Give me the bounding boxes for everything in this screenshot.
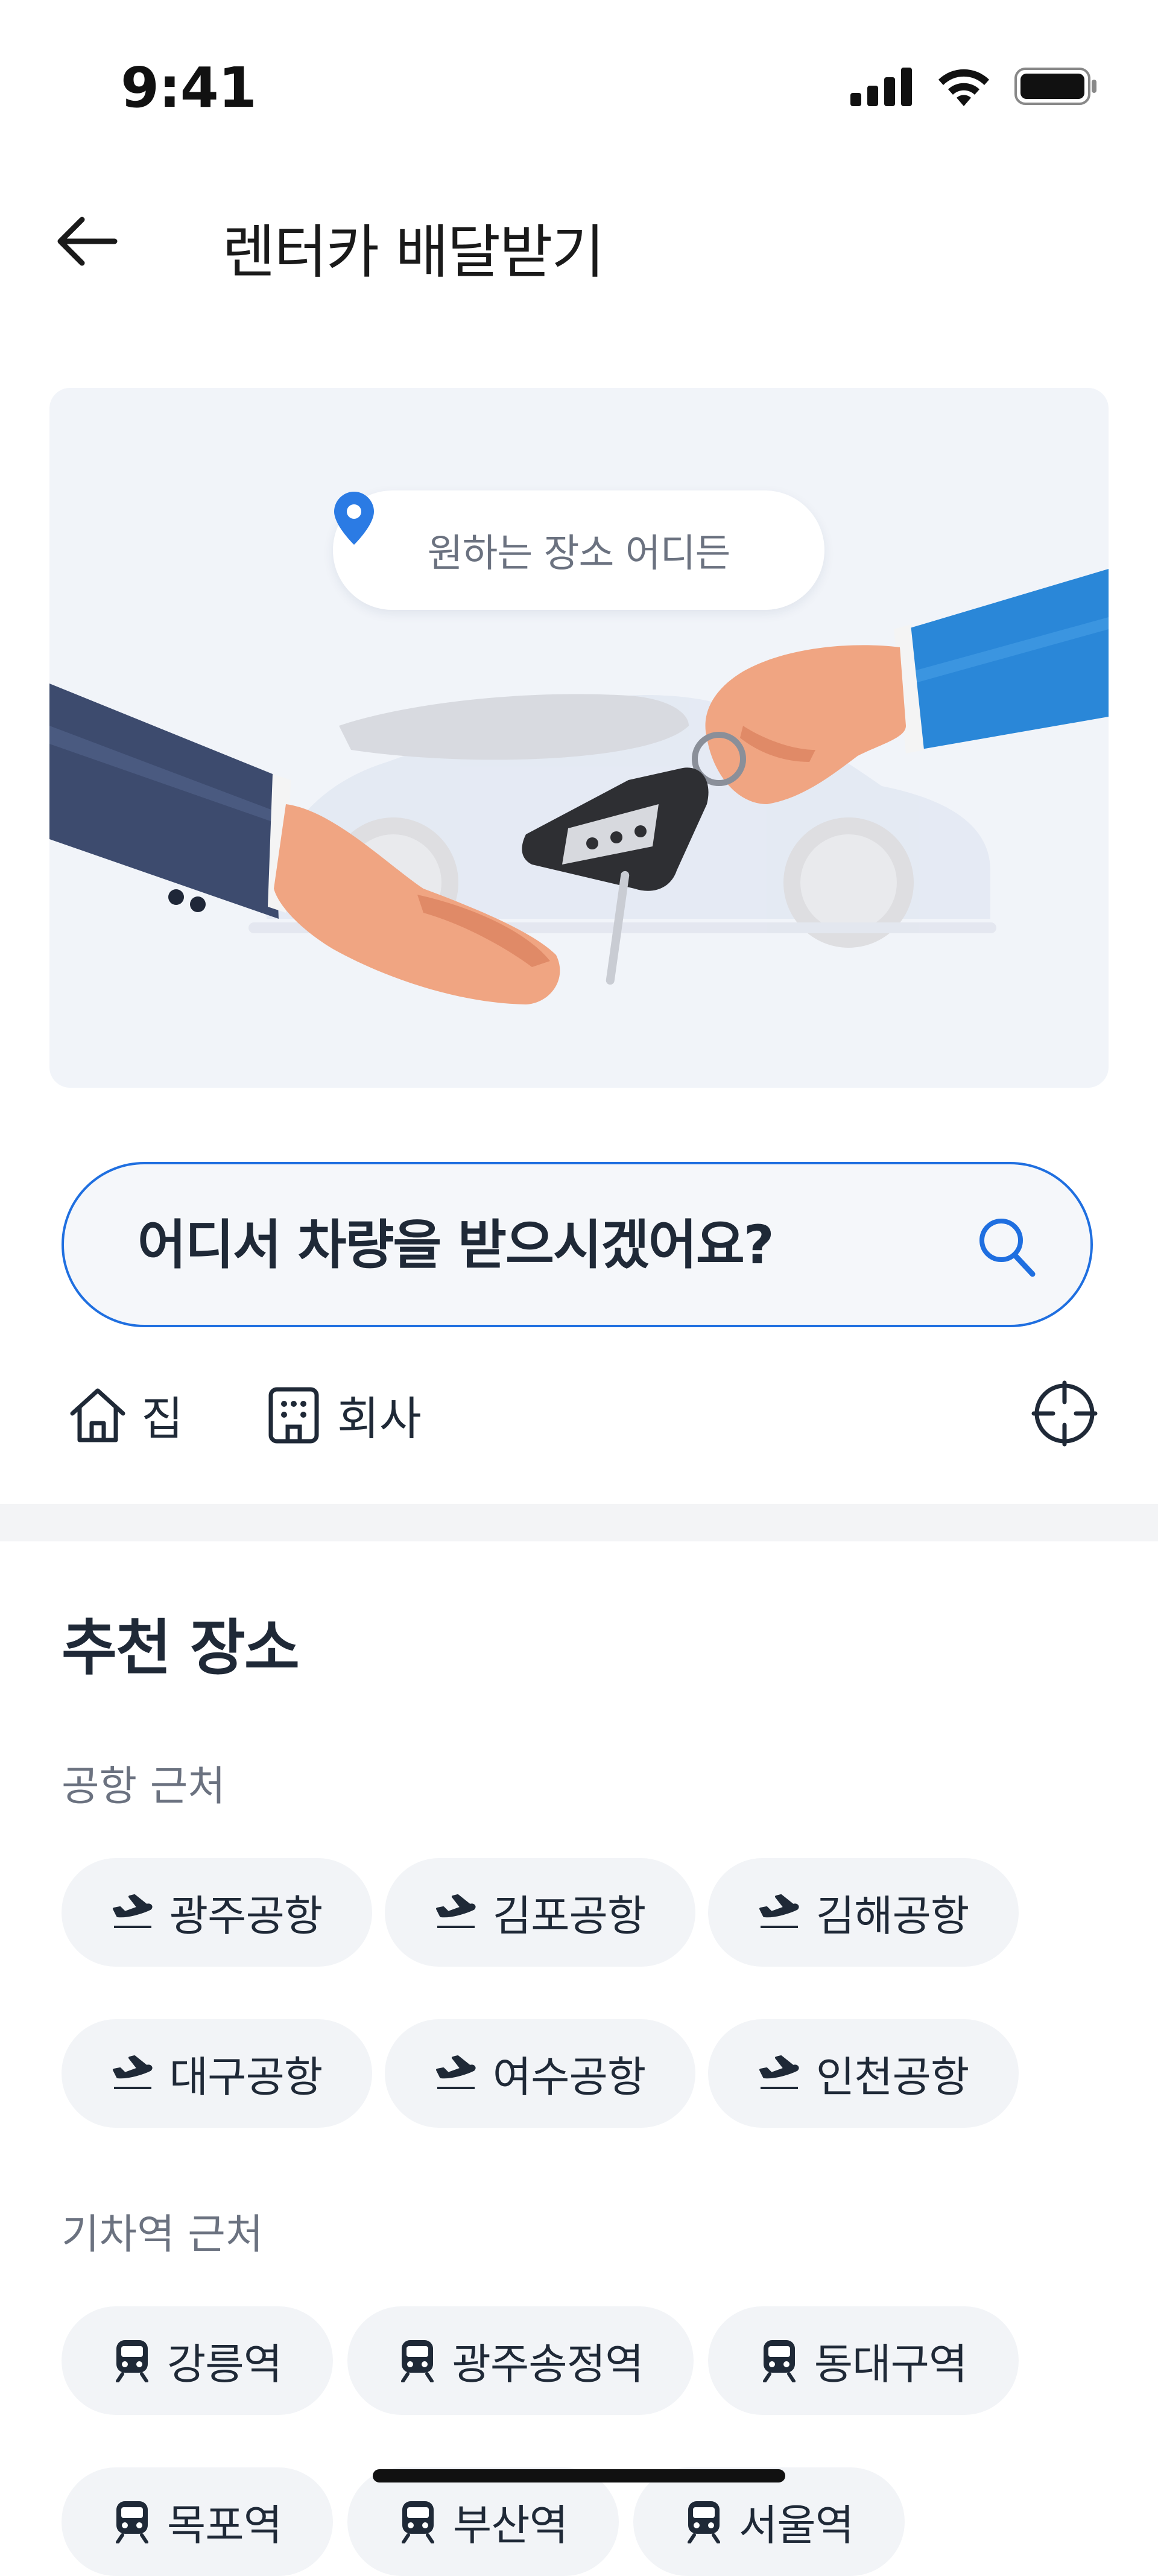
chip-airport[interactable]: 여수공항 xyxy=(385,2019,695,2128)
hero-bubble-text: 원하는 장소 어디든 xyxy=(427,531,731,576)
chip-train-station[interactable]: 목포역 xyxy=(62,2467,333,2576)
back-button[interactable] xyxy=(54,211,121,271)
chip-airport[interactable]: 김해공항 xyxy=(708,1858,1019,1967)
chip-label: 광주송정역 xyxy=(452,2339,644,2389)
chip-train-station[interactable]: 동대구역 xyxy=(708,2306,1019,2415)
search-input[interactable] xyxy=(136,1213,923,1277)
chip-train-station[interactable]: 광주송정역 xyxy=(347,2306,694,2415)
train-icon xyxy=(400,2340,434,2382)
building-icon xyxy=(268,1387,319,1444)
section-divider xyxy=(0,1504,1158,1541)
quick-place-home[interactable]: 집 xyxy=(66,1382,183,1448)
chip-label: 목포역 xyxy=(166,2500,282,2550)
page-title: 렌터카 배달받기 xyxy=(222,218,605,286)
chip-train-station[interactable]: 서울역 xyxy=(633,2467,905,2576)
chip-label: 부산역 xyxy=(452,2500,568,2550)
group-label-train: 기차역 근처 xyxy=(62,2211,264,2259)
home-indicator[interactable] xyxy=(373,2469,785,2482)
airplane-icon xyxy=(112,1894,153,1928)
status-bar: 9:41 xyxy=(0,0,1158,181)
search-button[interactable] xyxy=(976,1214,1036,1280)
chip-airport[interactable]: 대구공항 xyxy=(62,2019,372,2128)
chip-label: 서울역 xyxy=(738,2500,854,2550)
chip-train-station[interactable]: 부산역 xyxy=(347,2467,619,2576)
crosshair-icon xyxy=(1031,1380,1098,1447)
chip-label: 강릉역 xyxy=(166,2339,282,2389)
train-icon xyxy=(115,2501,148,2543)
train-icon xyxy=(115,2340,148,2382)
chip-label: 김포공항 xyxy=(492,1891,647,1941)
status-icons xyxy=(850,66,1099,106)
quick-place-office[interactable]: 회사 xyxy=(262,1382,422,1448)
battery-icon xyxy=(1014,68,1096,105)
chip-label: 김해공항 xyxy=(815,1891,970,1941)
chip-label: 광주공항 xyxy=(169,1891,323,1941)
airplane-icon xyxy=(112,2055,153,2089)
app-header: 렌터카 배달받기 xyxy=(0,193,1158,290)
train-icon xyxy=(401,2501,434,2543)
hero-illustration: 원하는 장소 어디든 xyxy=(49,388,1109,1088)
current-location-button[interactable] xyxy=(1031,1380,1098,1447)
chip-label: 동대구역 xyxy=(814,2339,968,2389)
train-icon xyxy=(687,2501,720,2543)
chip-label: 인천공항 xyxy=(815,2052,970,2102)
airplane-icon xyxy=(435,1894,476,1928)
hero-location-bubble: 원하는 장소 어디든 xyxy=(333,490,824,610)
chip-label: 대구공항 xyxy=(169,2052,323,2102)
chip-airport[interactable]: 김포공항 xyxy=(385,1858,695,1967)
signal-icon xyxy=(850,68,912,106)
chip-airport[interactable]: 광주공항 xyxy=(62,1858,372,1967)
train-icon xyxy=(762,2340,796,2382)
quick-place-label: 회사 xyxy=(337,1392,422,1445)
arrow-left-icon xyxy=(57,217,118,266)
wifi-icon xyxy=(938,69,989,106)
quick-place-label: 집 xyxy=(141,1392,183,1445)
airplane-icon xyxy=(759,2055,799,2089)
quick-places: 집 회사 xyxy=(60,1380,1098,1454)
search-icon xyxy=(979,1219,1036,1277)
chip-airport[interactable]: 인천공항 xyxy=(708,2019,1019,2128)
recommended-title: 추천 장소 xyxy=(62,1613,300,1683)
location-pin-icon xyxy=(334,492,374,545)
home-icon xyxy=(70,1388,125,1442)
airplane-icon xyxy=(435,2055,476,2089)
chip-train-station[interactable]: 강릉역 xyxy=(62,2306,333,2415)
status-time: 9:41 xyxy=(121,56,257,120)
group-label-airport: 공항 근처 xyxy=(62,1763,226,1810)
search-box[interactable] xyxy=(62,1162,1093,1327)
airplane-icon xyxy=(759,1894,799,1928)
chip-label: 여수공항 xyxy=(492,2052,647,2102)
